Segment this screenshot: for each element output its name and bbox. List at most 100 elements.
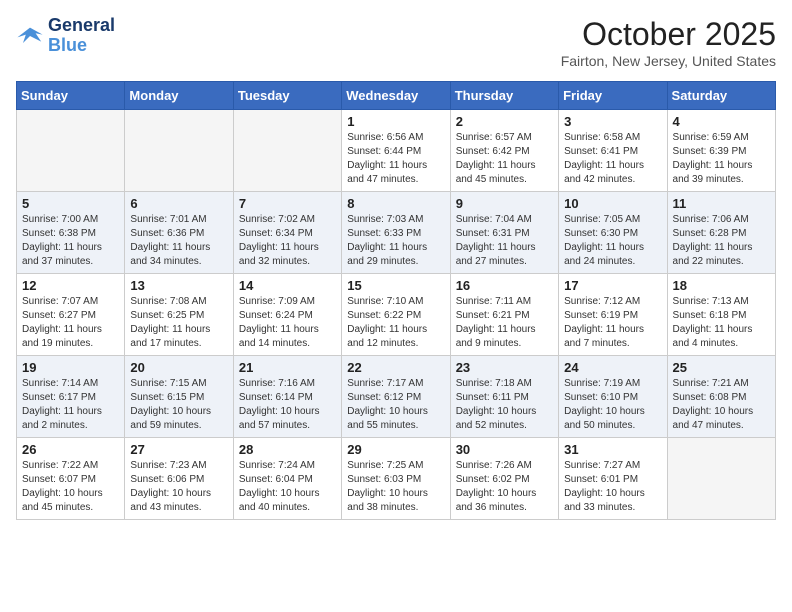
- day-info: Sunrise: 7:09 AMSunset: 6:24 PMDaylight:…: [239, 295, 336, 351]
- day-info: Sunrise: 7:08 AMSunset: 6:25 PMDaylight:…: [130, 295, 227, 351]
- calendar-day-cell: 28 Sunrise: 7:24 AMSunset: 6:04 PMDayligh…: [233, 438, 341, 520]
- calendar-day-cell: 15 Sunrise: 7:10 AMSunset: 6:22 PMDayligh…: [342, 274, 450, 356]
- calendar-day-cell: 25 Sunrise: 7:21 AMSunset: 6:08 PMDayligh…: [667, 356, 775, 438]
- day-info: Sunrise: 7:06 AMSunset: 6:28 PMDaylight:…: [673, 213, 770, 269]
- day-number: 25: [673, 360, 770, 375]
- day-info: Sunrise: 6:59 AMSunset: 6:39 PMDaylight:…: [673, 131, 770, 187]
- calendar-day-cell: 14 Sunrise: 7:09 AMSunset: 6:24 PMDayligh…: [233, 274, 341, 356]
- calendar-body: 1 Sunrise: 6:56 AMSunset: 6:44 PMDaylight…: [17, 110, 776, 520]
- day-number: 28: [239, 442, 336, 457]
- day-number: 1: [347, 114, 444, 129]
- day-number: 11: [673, 196, 770, 211]
- calendar-day-header: Monday: [125, 82, 233, 110]
- calendar-day-cell: 7Sunrise: 7:02 AMSunset: 6:34 PMDaylight…: [233, 192, 341, 274]
- calendar-day-header: Saturday: [667, 82, 775, 110]
- day-info: Sunrise: 7:11 AMSunset: 6:21 PMDaylight:…: [456, 295, 553, 351]
- day-info: Sunrise: 6:56 AMSunset: 6:44 PMDaylight:…: [347, 131, 444, 187]
- calendar-day-cell: 29 Sunrise: 7:25 AMSunset: 6:03 PMDayligh…: [342, 438, 450, 520]
- day-number: 12: [22, 278, 119, 293]
- day-number: 31: [564, 442, 661, 457]
- day-info: Sunrise: 7:17 AMSunset: 6:12 PMDaylight:…: [347, 377, 444, 433]
- calendar-day-cell: 11 Sunrise: 7:06 AMSunset: 6:28 PMDayligh…: [667, 192, 775, 274]
- day-info: Sunrise: 6:57 AMSunset: 6:42 PMDaylight:…: [456, 131, 553, 187]
- calendar-week-row: 26 Sunrise: 7:22 AMSunset: 6:07 PMDayligh…: [17, 438, 776, 520]
- calendar-day-cell: 21Sunrise: 7:16 AMSunset: 6:14 PMDayligh…: [233, 356, 341, 438]
- day-number: 24: [564, 360, 661, 375]
- day-info: Sunrise: 7:00 AMSunset: 6:38 PMDaylight:…: [22, 213, 119, 269]
- day-info: Sunrise: 7:27 AMSunset: 6:01 PMDaylight:…: [564, 459, 661, 515]
- calendar-day-cell: 3Sunrise: 6:58 AMSunset: 6:41 PMDaylight…: [559, 110, 667, 192]
- day-info: Sunrise: 7:10 AMSunset: 6:22 PMDaylight:…: [347, 295, 444, 351]
- day-number: 10: [564, 196, 661, 211]
- calendar-day-cell: 16Sunrise: 7:11 AMSunset: 6:21 PMDayligh…: [450, 274, 558, 356]
- day-number: 13: [130, 278, 227, 293]
- calendar-day-header: Friday: [559, 82, 667, 110]
- calendar-day-cell: 30Sunrise: 7:26 AMSunset: 6:02 PMDayligh…: [450, 438, 558, 520]
- title-block: October 2025 Fairton, New Jersey, United…: [561, 16, 776, 69]
- day-number: 20: [130, 360, 227, 375]
- day-info: Sunrise: 7:22 AMSunset: 6:07 PMDaylight:…: [22, 459, 119, 515]
- calendar-day-header: Tuesday: [233, 82, 341, 110]
- calendar-day-header: Sunday: [17, 82, 125, 110]
- day-number: 14: [239, 278, 336, 293]
- day-number: 5: [22, 196, 119, 211]
- calendar-day-cell: 24Sunrise: 7:19 AMSunset: 6:10 PMDayligh…: [559, 356, 667, 438]
- calendar-week-row: 5 Sunrise: 7:00 AMSunset: 6:38 PMDaylight…: [17, 192, 776, 274]
- calendar-day-cell: [667, 438, 775, 520]
- calendar-day-cell: 5 Sunrise: 7:00 AMSunset: 6:38 PMDaylight…: [17, 192, 125, 274]
- calendar-day-cell: 17Sunrise: 7:12 AMSunset: 6:19 PMDayligh…: [559, 274, 667, 356]
- page-header: General Blue October 2025 Fairton, New J…: [16, 16, 776, 69]
- day-number: 19: [22, 360, 119, 375]
- calendar-day-cell: 23Sunrise: 7:18 AMSunset: 6:11 PMDayligh…: [450, 356, 558, 438]
- logo-text: General Blue: [48, 16, 115, 56]
- calendar-week-row: 12 Sunrise: 7:07 AMSunset: 6:27 PMDayligh…: [17, 274, 776, 356]
- day-number: 29: [347, 442, 444, 457]
- day-info: Sunrise: 7:13 AMSunset: 6:18 PMDaylight:…: [673, 295, 770, 351]
- day-info: Sunrise: 7:04 AMSunset: 6:31 PMDaylight:…: [456, 213, 553, 269]
- day-number: 23: [456, 360, 553, 375]
- day-number: 9: [456, 196, 553, 211]
- calendar-day-cell: [125, 110, 233, 192]
- calendar-day-cell: 10 Sunrise: 7:05 AMSunset: 6:30 PMDayligh…: [559, 192, 667, 274]
- day-info: Sunrise: 7:26 AMSunset: 6:02 PMDaylight:…: [456, 459, 553, 515]
- calendar-table: SundayMondayTuesdayWednesdayThursdayFrid…: [16, 81, 776, 520]
- day-number: 17: [564, 278, 661, 293]
- day-info: Sunrise: 7:24 AMSunset: 6:04 PMDaylight:…: [239, 459, 336, 515]
- location: Fairton, New Jersey, United States: [561, 53, 776, 69]
- calendar-day-header: Wednesday: [342, 82, 450, 110]
- day-info: Sunrise: 7:21 AMSunset: 6:08 PMDaylight:…: [673, 377, 770, 433]
- calendar-day-cell: 8 Sunrise: 7:03 AMSunset: 6:33 PMDaylight…: [342, 192, 450, 274]
- calendar-day-cell: 4 Sunrise: 6:59 AMSunset: 6:39 PMDaylight…: [667, 110, 775, 192]
- calendar-day-cell: 9 Sunrise: 7:04 AMSunset: 6:31 PMDaylight…: [450, 192, 558, 274]
- calendar-header-row: SundayMondayTuesdayWednesdayThursdayFrid…: [17, 82, 776, 110]
- day-info: Sunrise: 7:07 AMSunset: 6:27 PMDaylight:…: [22, 295, 119, 351]
- day-info: Sunrise: 7:25 AMSunset: 6:03 PMDaylight:…: [347, 459, 444, 515]
- day-number: 18: [673, 278, 770, 293]
- day-info: Sunrise: 7:15 AMSunset: 6:15 PMDaylight:…: [130, 377, 227, 433]
- day-info: Sunrise: 7:14 AMSunset: 6:17 PMDaylight:…: [22, 377, 119, 433]
- day-number: 26: [22, 442, 119, 457]
- calendar-day-cell: 27 Sunrise: 7:23 AMSunset: 6:06 PMDayligh…: [125, 438, 233, 520]
- day-number: 7: [239, 196, 336, 211]
- day-info: Sunrise: 7:05 AMSunset: 6:30 PMDaylight:…: [564, 213, 661, 269]
- logo-bird-icon: [16, 22, 44, 50]
- day-number: 27: [130, 442, 227, 457]
- calendar-day-cell: 12 Sunrise: 7:07 AMSunset: 6:27 PMDayligh…: [17, 274, 125, 356]
- calendar-day-cell: 22 Sunrise: 7:17 AMSunset: 6:12 PMDayligh…: [342, 356, 450, 438]
- day-info: Sunrise: 7:03 AMSunset: 6:33 PMDaylight:…: [347, 213, 444, 269]
- calendar-day-header: Thursday: [450, 82, 558, 110]
- calendar-day-cell: 6Sunrise: 7:01 AMSunset: 6:36 PMDaylight…: [125, 192, 233, 274]
- day-number: 15: [347, 278, 444, 293]
- calendar-day-cell: 20 Sunrise: 7:15 AMSunset: 6:15 PMDayligh…: [125, 356, 233, 438]
- day-number: 4: [673, 114, 770, 129]
- calendar-day-cell: 13 Sunrise: 7:08 AMSunset: 6:25 PMDayligh…: [125, 274, 233, 356]
- day-number: 8: [347, 196, 444, 211]
- calendar-day-cell: 2 Sunrise: 6:57 AMSunset: 6:42 PMDaylight…: [450, 110, 558, 192]
- calendar-day-cell: 1 Sunrise: 6:56 AMSunset: 6:44 PMDaylight…: [342, 110, 450, 192]
- day-number: 2: [456, 114, 553, 129]
- day-number: 22: [347, 360, 444, 375]
- calendar-day-cell: 19 Sunrise: 7:14 AMSunset: 6:17 PMDayligh…: [17, 356, 125, 438]
- day-info: Sunrise: 7:01 AMSunset: 6:36 PMDaylight:…: [130, 213, 227, 269]
- day-info: Sunrise: 7:23 AMSunset: 6:06 PMDaylight:…: [130, 459, 227, 515]
- calendar-week-row: 1 Sunrise: 6:56 AMSunset: 6:44 PMDaylight…: [17, 110, 776, 192]
